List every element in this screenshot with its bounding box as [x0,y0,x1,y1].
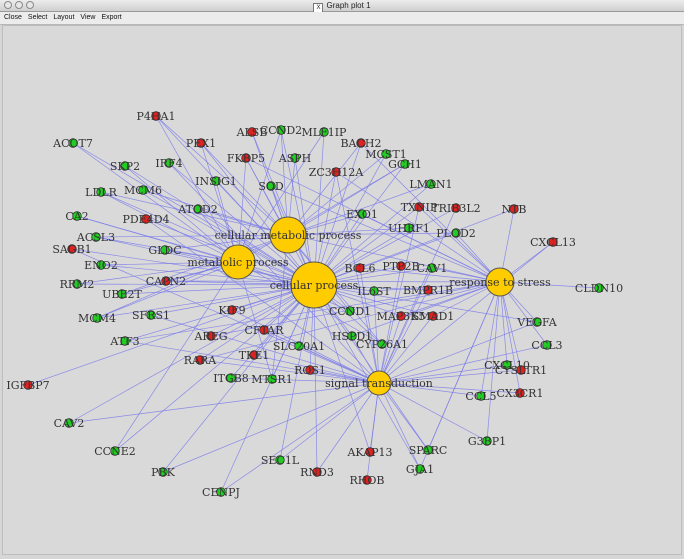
gene-label-pex1: PEX1 [186,137,216,150]
gene-label-ca2: CA2 [65,210,88,223]
window-title: Graph plot 1 [326,1,371,10]
gene-label-rrm2: RRM2 [60,278,95,291]
gene-label-cenpj: CENPJ [202,486,240,499]
gene-label-sod: SOD [258,180,284,193]
gene-label-akap13: AKAP13 [346,446,392,459]
gene-label-ccne2: CCNE2 [94,445,136,458]
gene-label-bcl6: BCL6 [344,262,375,275]
gene-label-asph: ASPH [278,152,311,165]
gene-label-g3bp1: G3BP1 [468,435,506,448]
gene-label-smad1: SMAD1 [412,310,455,323]
gene-label-plod2: PLOD2 [436,227,476,240]
menu-view[interactable]: View [76,12,97,24]
gene-label-ntb: NTB [501,203,526,216]
window-title-wrap: X Graph plot 1 [0,0,684,13]
edge-rnd3-cellular-process [313,284,318,473]
hub-label-cellular-metabolic-process: cellular metabolic process [215,229,362,242]
gene-label-igfbp7: IGFBP7 [6,379,49,392]
gene-label-gja1: GJA1 [406,463,434,476]
gene-label-exo1: EXO1 [346,208,378,221]
gene-label-capn2: CAPN2 [146,275,186,288]
gene-label-sfrs1: SFRS1 [132,309,170,322]
hub-label-signal-transduction: signal transduction [325,377,433,390]
gene-label-ptp2b: PTP2B [382,260,419,273]
gene-label-slc20a1: SLC20A1 [273,340,325,353]
gene-label-tke1: TKE1 [239,349,270,362]
gene-label-mcm4: MCM4 [78,312,116,325]
gene-label-cx3cr1: CX3CR1 [497,387,544,400]
gene-label-sec1l: SEC1L [261,454,300,467]
hub-label-response-to-stress: response to stress [449,276,551,289]
window-titlebar[interactable]: X Graph plot 1 [0,0,684,13]
gene-label-gldc: GLDC [148,244,181,257]
gene-label-p4ha1: P4HA1 [137,110,176,123]
edge-zc3h12a-signal-transduction [335,171,380,384]
gene-label-sagb1: SAGB1 [52,243,91,256]
gene-label-areg: AREG [193,330,227,343]
gene-label-cyp26a1: CYP26A1 [356,338,408,351]
gene-label-zc3h12a: ZC3H12A [309,166,365,179]
edge-ptp2b-signal-transduction [378,265,402,384]
gene-label-ccnd1: CCND1 [329,305,371,318]
gene-label-atod2: ATOD2 [177,203,218,216]
gene-label-mtsr1: MTSR1 [251,373,292,386]
gene-label-sparc: SPARC [409,444,448,457]
gene-label-skp2: SKP2 [110,160,140,173]
gene-label-rnd3: RND3 [300,466,334,479]
gene-label-cysltr1: CYSLTR1 [495,364,547,377]
gene-label-cldn10: CLDN10 [575,282,623,295]
gene-label-itgb8: ITGB8 [213,372,249,385]
gene-label-cav1: CAV1 [417,262,448,275]
gene-label-ros1: ROS1 [294,364,326,377]
gene-label-kif9: KIF9 [218,304,245,317]
gene-label-cxcl13: CXCL13 [530,236,576,249]
gene-label-acot7: ACOT7 [52,137,93,150]
menu-select[interactable]: Select [24,12,49,24]
graph-canvas[interactable]: cellular process cellular metabolic proce… [2,25,682,555]
gene-label-fkbp5: FKBP5 [227,152,265,165]
gene-label-eno2: ENO2 [84,259,118,272]
hub-label-metabolic-process: metabolic process [187,256,289,269]
network-graph[interactable]: cellular process cellular metabolic proce… [3,26,681,554]
gene-label-gch1: GCH1 [388,158,422,171]
gene-label-pbk: PBK [151,466,175,479]
gene-label-atf3: ATF3 [109,335,139,348]
gene-label-vegfa: VEGFA [516,316,557,329]
menu-layout[interactable]: Layout [49,12,76,24]
gene-label-pde4d4: PDE4D4 [122,213,169,226]
edge-ccl5-response-to-stress [480,281,501,397]
gene-label-uhrf1: UHRF1 [388,222,430,235]
gene-label-ccl5: CCL5 [465,390,496,403]
menu-export[interactable]: Export [97,12,123,24]
gene-label-ldlr: LDLR [85,186,117,199]
gene-label-cftar: CFTAR [244,324,284,337]
gene-label-bmpr1b: BMPR1B [403,284,453,297]
gene-label-irf4: IRF4 [155,157,182,170]
gene-label-lman1: LMAN1 [409,178,452,191]
gene-label-ube2t: UBE2T [102,288,142,301]
gene-label-ccl3: CCL3 [531,339,562,352]
gene-label-cav2: CAV2 [54,417,85,430]
gene-label-rara: RARA [184,354,218,367]
edge-mcm4-cellular-metabolic-process [96,234,289,319]
gene-label-trib3l2: TRIB3L2 [431,202,480,215]
gene-label-ccnd2: CCND2 [260,124,302,137]
gene-label-il6st: IL6ST [357,285,391,298]
menu-close[interactable]: Close [0,12,24,24]
gene-label-rhob: RHOB [350,474,385,487]
gene-label-insig1: INSIG1 [195,175,237,188]
gene-label-mcm6: MCM6 [124,184,162,197]
menu-bar: Close Select Layout View Export [0,12,684,25]
hub-label-cellular-process: cellular process [270,279,359,292]
